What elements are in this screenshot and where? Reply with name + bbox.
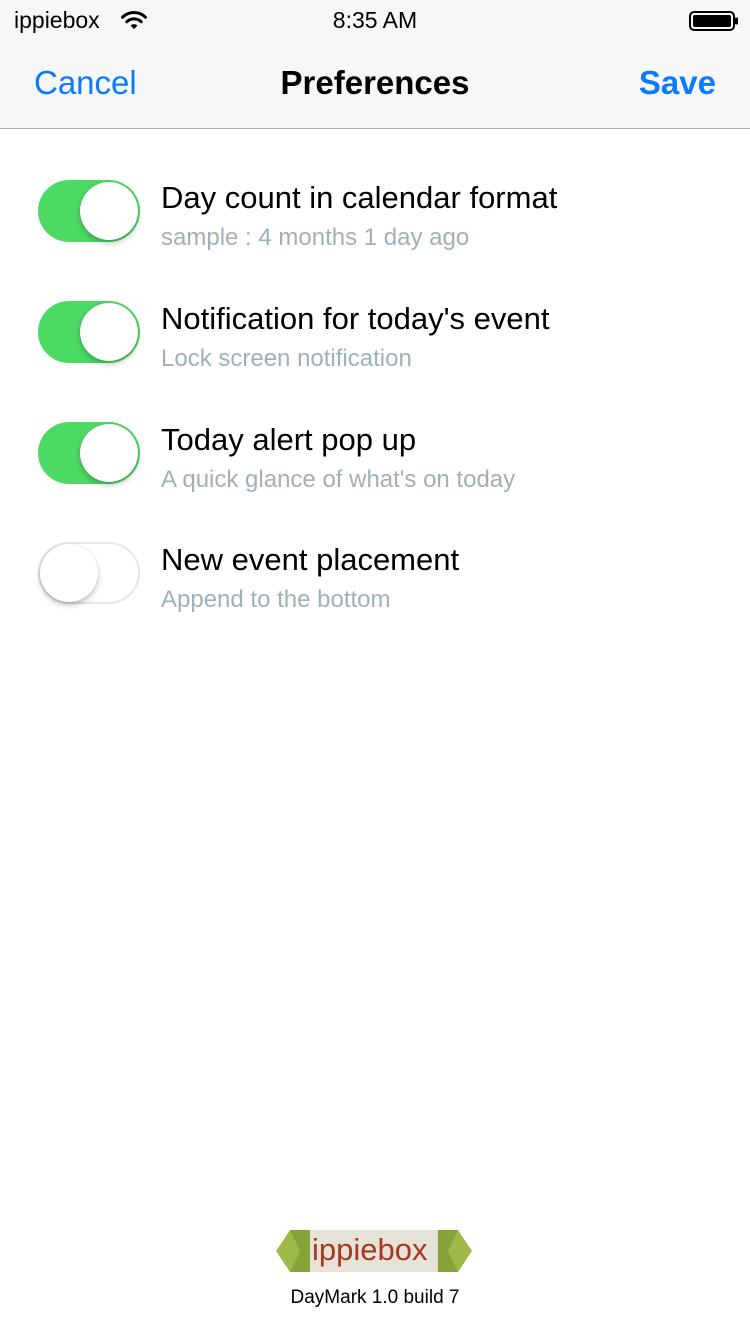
preference-row-event-placement: New event placement Append to the bottom bbox=[0, 524, 750, 624]
navigation-bar: Cancel Preferences Save bbox=[0, 40, 750, 129]
logo-wordmark: ippiebox bbox=[312, 1232, 428, 1267]
today-alert-toggle[interactable] bbox=[38, 422, 140, 484]
build-version: DayMark 1.0 build 7 bbox=[290, 1287, 460, 1308]
status-time: 8:35 AM bbox=[332, 7, 418, 33]
preference-title: Notification for today's event bbox=[161, 301, 550, 336]
event-placement-toggle[interactable] bbox=[38, 542, 140, 604]
page-title: Preferences bbox=[280, 64, 470, 101]
preference-subtitle: Append to the bottom bbox=[161, 586, 391, 613]
battery-full-icon bbox=[689, 11, 738, 31]
preference-title: Today alert pop up bbox=[161, 422, 417, 457]
ippiebox-logo: ippiebox bbox=[276, 1228, 472, 1274]
preference-row-today-alert: Today alert pop up A quick glance of wha… bbox=[0, 404, 750, 504]
preference-subtitle: Lock screen notification bbox=[161, 345, 412, 372]
preference-row-day-count: Day count in calendar format sample : 4 … bbox=[0, 162, 750, 262]
preference-title: New event placement bbox=[161, 542, 460, 577]
day-count-toggle[interactable] bbox=[38, 180, 140, 242]
preference-title: Day count in calendar format bbox=[161, 180, 558, 215]
notification-toggle[interactable] bbox=[38, 301, 140, 363]
toggle-knob bbox=[80, 424, 138, 482]
preference-subtitle: sample : 4 months 1 day ago bbox=[161, 224, 470, 251]
preference-subtitle: A quick glance of what's on today bbox=[161, 466, 516, 493]
preference-row-notification: Notification for today's event Lock scre… bbox=[0, 283, 750, 383]
toggle-knob bbox=[80, 182, 138, 240]
toggle-knob bbox=[80, 303, 138, 361]
status-bar: ippiebox 8:35 AM bbox=[0, 0, 750, 40]
save-button[interactable]: Save bbox=[639, 64, 716, 102]
toggle-knob bbox=[40, 544, 98, 602]
